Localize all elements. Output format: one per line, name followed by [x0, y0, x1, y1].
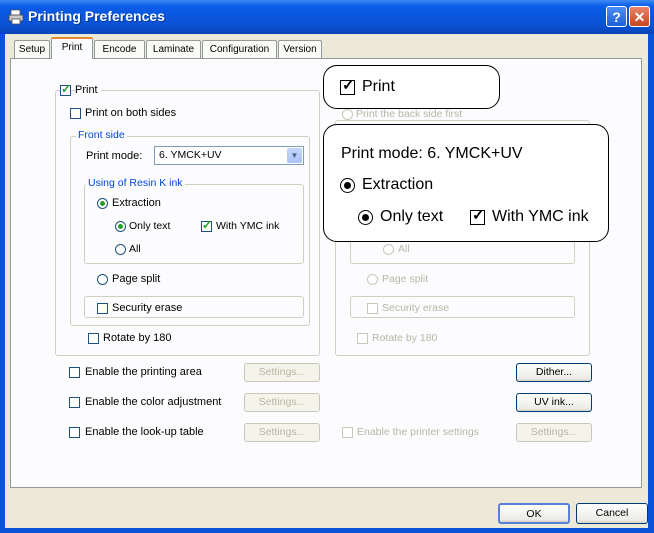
callout-print-mode-text: Print mode: 6. YMCK+UV [341, 145, 523, 162]
printing-area-checkbox[interactable] [69, 367, 80, 378]
window-bottom-border [0, 528, 654, 533]
callout-only-text-label: Only text [380, 208, 444, 225]
back-first-label: Print the back side first [356, 108, 463, 120]
callout-extraction-radio [340, 178, 355, 193]
color-adjust-settings-button[interactable]: Settings... [244, 393, 320, 412]
security-erase-checkbox[interactable] [97, 303, 108, 314]
print-checkbox[interactable] [60, 82, 71, 96]
back-all-label: All [398, 243, 410, 255]
lookup-label: Enable the look-up table [85, 426, 204, 438]
print-callout-checkbox [340, 76, 355, 95]
close-button[interactable]: ✕ [629, 6, 650, 27]
ok-button[interactable]: OK [498, 503, 570, 524]
both-sides-checkbox[interactable] [70, 108, 81, 119]
color-adjust-label: Enable the color adjustment [85, 396, 222, 408]
rotate-label: Rotate by 180 [103, 332, 172, 344]
page-split-radio[interactable] [97, 274, 108, 285]
print-mode-select[interactable]: 6. YMCK+UV ▼ [154, 146, 304, 165]
tab-encode[interactable]: Encode [94, 40, 145, 58]
printing-area-label: Enable the printing area [85, 366, 202, 378]
dither-button[interactable]: Dither... [516, 363, 592, 382]
tab-laminate[interactable]: Laminate [146, 40, 201, 58]
extraction-label: Extraction [112, 197, 161, 209]
back-page-split-label: Page split [382, 273, 429, 285]
back-rotate-label: Rotate by 180 [372, 332, 438, 344]
all-label: All [129, 243, 141, 255]
callout-with-ymc-checkbox [470, 206, 485, 225]
all-radio[interactable] [115, 244, 126, 255]
printing-area-settings-button[interactable]: Settings... [244, 363, 320, 382]
back-security-erase-checkbox[interactable] [367, 303, 378, 314]
chevron-down-icon[interactable]: ▼ [287, 148, 302, 163]
back-page-split-radio[interactable] [367, 274, 378, 285]
tab-version[interactable]: Version [278, 40, 322, 58]
security-erase-label: Security erase [112, 302, 183, 314]
print-label: Print [75, 84, 101, 96]
callout-only-text-radio [358, 210, 373, 225]
help-button[interactable]: ? [606, 6, 627, 27]
extraction-radio[interactable] [97, 198, 108, 209]
both-sides-label: Print on both sides [85, 107, 177, 119]
rotate-checkbox[interactable] [88, 333, 99, 344]
tab-print[interactable]: Print [51, 37, 93, 59]
back-security-erase-label: Security erase [382, 302, 450, 314]
printer-settings-checkbox[interactable] [342, 427, 353, 438]
printer-icon [8, 9, 24, 25]
callout-with-ymc-label: With YMC ink [492, 208, 589, 225]
window-title: Printing Preferences [28, 8, 165, 24]
page-split-label: Page split [112, 273, 161, 285]
callout-extraction-label: Extraction [362, 176, 434, 193]
print-mode-value: 6. YMCK+UV [159, 149, 222, 161]
front-side-title: Front side [76, 129, 127, 141]
tab-setup[interactable]: Setup [14, 40, 50, 58]
only-text-label: Only text [129, 220, 171, 232]
only-text-radio[interactable] [115, 221, 126, 232]
tab-configuration[interactable]: Configuration [202, 40, 277, 58]
print-callout-label: Print [362, 78, 395, 95]
back-first-radio[interactable] [342, 109, 353, 120]
with-ymc-checkbox[interactable] [201, 218, 212, 232]
back-all-radio[interactable] [383, 244, 394, 255]
with-ymc-label: With YMC ink [216, 220, 280, 232]
uv-ink-button[interactable]: UV ink... [516, 393, 592, 412]
color-adjust-checkbox[interactable] [69, 397, 80, 408]
resin-title: Using of Resin K ink [86, 177, 185, 189]
printer-settings-button[interactable]: Settings... [516, 423, 592, 442]
printer-settings-label: Enable the printer settings [357, 426, 479, 438]
back-rotate-checkbox[interactable] [357, 333, 368, 344]
lookup-checkbox[interactable] [69, 427, 80, 438]
title-bar[interactable]: Printing Preferences ? ✕ [0, 0, 654, 34]
lookup-settings-button[interactable]: Settings... [244, 423, 320, 442]
cancel-button[interactable]: Cancel [576, 503, 648, 524]
print-mode-label: Print mode: [86, 150, 143, 162]
